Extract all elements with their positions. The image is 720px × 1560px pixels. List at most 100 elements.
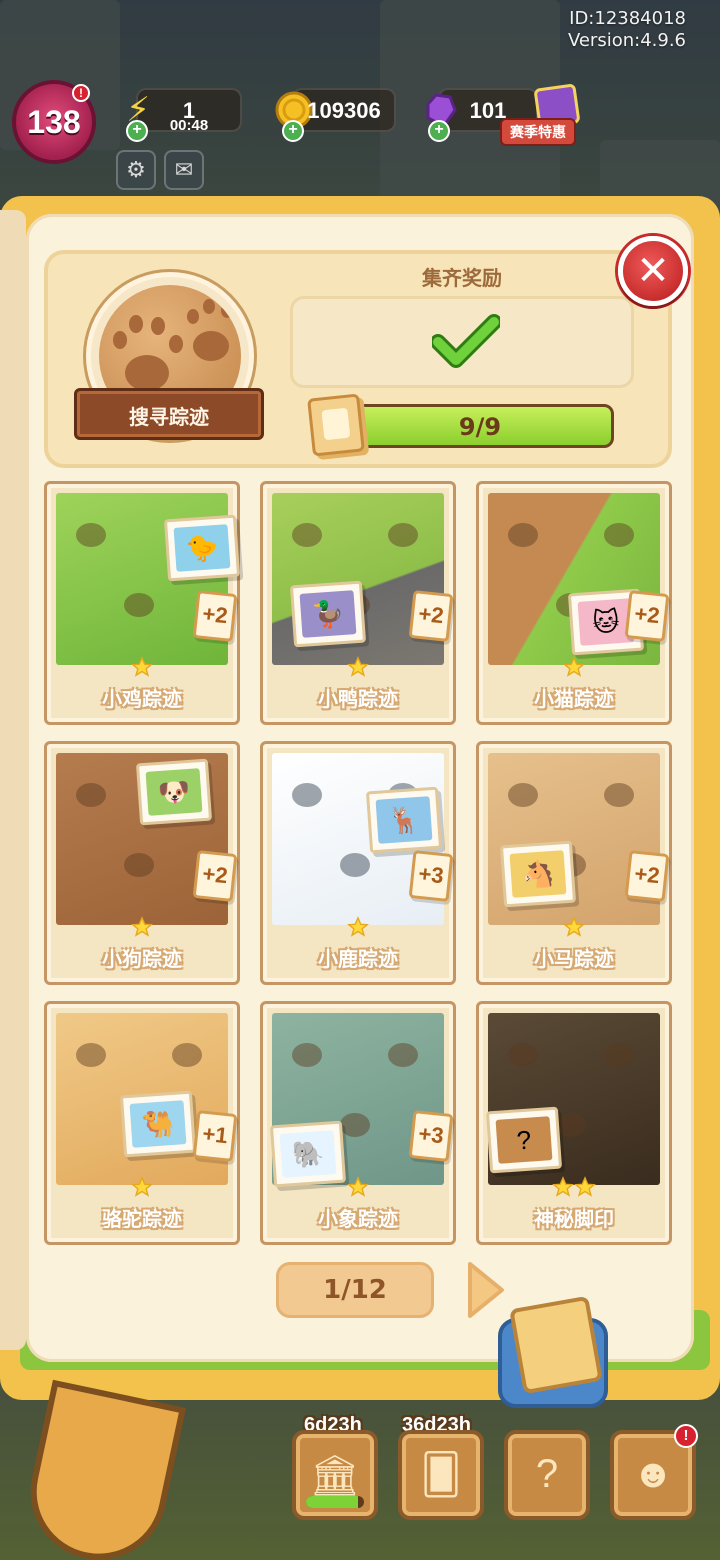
page-indicator: 1/12 [276,1262,434,1318]
bonus-badge: +2 [624,850,670,902]
duck-icon: 🦆 [299,590,357,638]
event-slot-cards[interactable]: 🂠 [398,1430,484,1520]
card-stack-icon [307,393,365,457]
footprint-mark [604,1043,634,1067]
collection-card[interactable]: 🐫 +1 骆驼踪迹 [44,1001,240,1245]
footprint-mark [292,1043,322,1067]
album-button[interactable] [498,1295,608,1408]
footprint-mark [76,1043,106,1067]
settings-button[interactable]: ⚙ [116,150,156,190]
collection-card[interactable]: 🐴 +2 小马踪迹 [476,741,672,985]
horse-icon: 🐴 [509,850,567,898]
bonus-badge: +2 [624,590,670,642]
level-badge[interactable]: 138 ! [12,80,96,164]
energy-timer: 00:48 [169,117,209,134]
card-name: 小鸡踪迹 [102,689,182,711]
collection-card[interactable]: 🦆 +2 小鸭踪迹 [260,481,456,725]
next-page-button[interactable] [464,1258,508,1322]
star-icon [552,1176,574,1197]
rarity-stars [479,1176,669,1200]
collection-card[interactable]: ? 神秘脚印 [476,1001,672,1245]
footprint-mark [556,1113,586,1137]
envelope-icon [509,1295,603,1395]
footprint-mark [172,1043,202,1067]
star-icon [131,916,153,937]
bonus-badge: +2 [408,590,454,642]
mystery-icon: ? [495,1116,553,1164]
footprint-mark [604,783,634,807]
player-id: ID:12384018 [569,8,686,29]
mystery-photo: ? [485,1106,563,1174]
album-page-edge [0,210,26,1350]
rarity-stars [263,916,453,940]
character-icon: ☻ [631,1452,675,1496]
collection-card[interactable]: 🦌 +3 小鹿踪迹 [260,741,456,985]
mail-button[interactable]: ✉ [164,150,204,190]
footprint-mark [388,1043,418,1067]
footprint-mark [76,783,106,807]
elephant-icon: 🐘 [279,1130,337,1178]
card-name: 小马踪迹 [534,949,614,971]
footprint-mark [340,853,370,877]
bonus-badge: +3 [408,850,454,902]
card-name: 小猫踪迹 [534,689,614,711]
rarity-stars [479,916,669,940]
collection-title: 搜寻踪迹 [129,407,209,429]
close-button[interactable]: ✕ [618,236,688,306]
star-icon [131,1176,153,1197]
bonus-badge: +2 [192,590,238,642]
footprint-mark [292,523,322,547]
camel-icon: 🐫 [129,1100,187,1148]
coin-value: 109306 [307,98,381,123]
camel-photo: 🐫 [119,1090,197,1158]
dog-photo: 🐶 [135,758,213,826]
collection-card[interactable]: 🐱 +2 小猫踪迹 [476,481,672,725]
star-icon [131,656,153,677]
card-name: 小鸭踪迹 [318,689,398,711]
card-name: 骆驼踪迹 [102,1209,182,1231]
collection-card[interactable]: 🐶 +2 小狗踪迹 [44,741,240,985]
bonus-badge: +3 [408,1110,454,1162]
horse-photo: 🐴 [499,840,577,908]
star-icon [563,656,585,677]
footprint-mark [508,783,538,807]
footprint-mark [292,783,322,807]
footprint-mark [124,593,154,617]
collection-title-ribbon: 搜寻踪迹 [74,388,264,440]
event-slot-character[interactable]: ☻ ! [610,1424,698,1520]
version-label: Version:4.9.6 [567,30,686,51]
star-icon [347,656,369,677]
rarity-stars [47,656,237,680]
footprint-mark [508,1043,538,1067]
deer-photo: 🦌 [365,786,443,854]
account-info: ID:12384018 Version:4.9.6 [568,8,686,52]
season-offer-label[interactable]: 赛季特惠 [500,118,576,146]
event-slot-pillar[interactable]: 🏛 [292,1430,378,1520]
cards-icon: 🂠 [420,1453,462,1497]
rarity-stars [47,1176,237,1200]
footprint-mark [508,523,538,547]
collection-card[interactable]: 🐘 +3 小象踪迹 [260,1001,456,1245]
footprint-mark [340,1113,370,1137]
footprint-mark [76,523,106,547]
level-alert-dot: ! [72,84,90,102]
bonus-badge: +2 [192,850,238,902]
footprint-mark [604,523,634,547]
duck-photo: 🦆 [289,580,367,648]
reward-title: 集齐奖励 [422,268,502,290]
star-icon [574,1176,596,1197]
event-slot-mystery[interactable]: ? [504,1430,590,1520]
check-icon [432,314,500,368]
dog-icon: 🐶 [145,768,203,816]
footprint-mark [388,523,418,547]
progress-text: 9/9 [458,413,502,441]
rarity-stars [47,916,237,940]
collection-card[interactable]: 🐤 +2 小鸡踪迹 [44,481,241,725]
card-name: 小狗踪迹 [102,949,182,971]
energy-counter[interactable]: ⚡ + 1 00:48 [126,88,242,142]
bonus-badge: +1 [192,1110,238,1162]
star-icon [563,916,585,937]
coin-counter[interactable]: + 109306 [275,88,396,142]
star-icon [347,1176,369,1197]
mail-icon: ✉ [174,157,194,182]
